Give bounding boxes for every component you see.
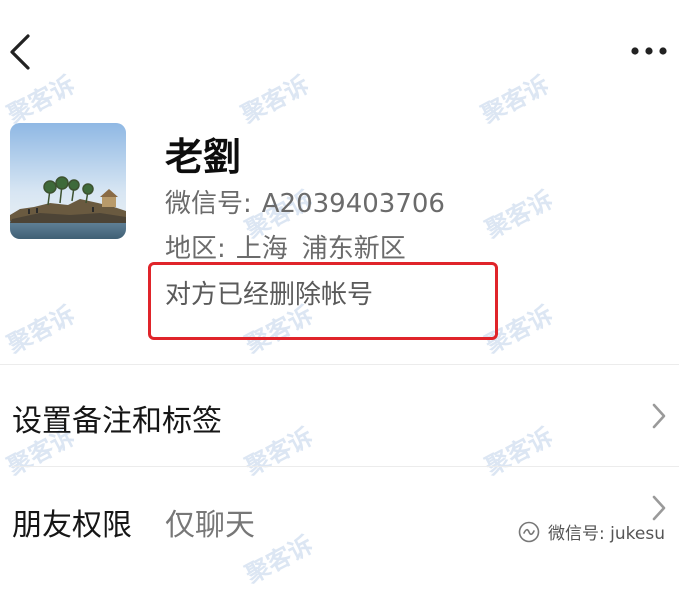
row-divider [12, 466, 679, 467]
watermark: 聚客诉 [480, 185, 558, 244]
region-label: 地区: [165, 234, 226, 264]
ellipsis-icon [631, 47, 667, 55]
top-bar [0, 0, 679, 100]
watermark: 聚客诉 [2, 300, 80, 359]
friend-permission-value: 仅聊天 [165, 508, 255, 543]
contact-name: 老劉 [165, 135, 242, 179]
friend-permission-row[interactable]: 朋友权限 仅聊天 [0, 468, 679, 568]
highlight-box [148, 262, 498, 340]
wechat-official-icon [518, 521, 540, 542]
chevron-left-icon [10, 34, 30, 70]
wechat-id-value[interactable]: A2039403706 [262, 189, 445, 219]
set-remarks-and-tags-row[interactable]: 设置备注和标签 [0, 366, 679, 466]
avatar[interactable] [10, 123, 126, 239]
wechat-id-line: 微信号: A2039403706 [165, 183, 445, 220]
region-line: 地区: 上海 浦东新区 [165, 228, 406, 265]
region-province: 上海 [235, 234, 288, 264]
more-button[interactable] [629, 36, 669, 66]
back-button[interactable] [6, 30, 36, 74]
set-remarks-and-tags-label: 设置备注和标签 [12, 404, 222, 439]
chevron-right-icon [652, 495, 666, 521]
wechat-id-label: 微信号: [165, 189, 252, 219]
avatar-landscape-image [10, 123, 126, 239]
friend-permission-label: 朋友权限 [12, 508, 132, 543]
section-divider [0, 364, 679, 365]
chevron-right-icon [652, 403, 666, 429]
brand-label: 微信号: jukesu [548, 524, 665, 544]
region-district: 浦东新区 [301, 234, 406, 264]
source-brand: 微信号: jukesu [518, 519, 665, 544]
